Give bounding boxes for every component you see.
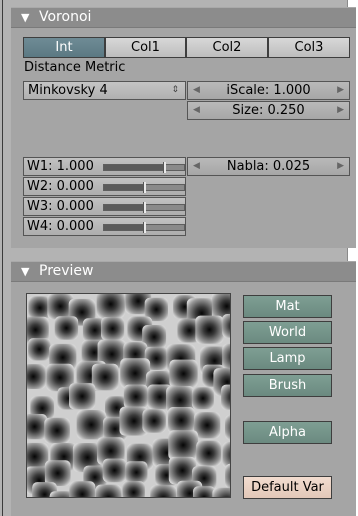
iscale-value: iScale: 1.000: [226, 83, 311, 98]
texture-cell: [196, 440, 222, 466]
slider-fill: [104, 225, 143, 230]
w1-label: W1: 1.000: [27, 159, 94, 174]
texture-cell: [225, 414, 230, 441]
texture-cell: [27, 414, 48, 440]
nabla-field[interactable]: ◀ Nabla: 0.025 ▶: [187, 157, 350, 176]
preview-panel-header[interactable]: ▼ Preview: [11, 261, 356, 282]
tab-col2[interactable]: Col2: [186, 37, 268, 58]
w3-slider[interactable]: W3: 0.000: [23, 197, 186, 216]
distance-metric-value: Minkovsky 4: [28, 83, 108, 98]
texture-cell: [150, 485, 177, 497]
texture-cell: [195, 315, 224, 344]
texture-cell: [191, 387, 214, 410]
texture-cell: [120, 358, 151, 389]
texture-cell: [222, 343, 230, 371]
texture-cell: [123, 384, 148, 409]
nabla-value: Nabla: 0.025: [226, 159, 311, 174]
tab-int[interactable]: Int: [23, 37, 105, 58]
w2-label: W2: 0.000: [27, 179, 94, 194]
collapse-triangle-icon[interactable]: ▼: [21, 8, 29, 27]
texture-cell: [76, 410, 106, 440]
texture-cell: [69, 383, 96, 410]
texture-cell: [95, 484, 122, 497]
slider-fill: [104, 205, 143, 210]
default-var-button[interactable]: Default Var: [243, 476, 332, 499]
voronoi-panel-header[interactable]: ▼ Voronoi: [11, 7, 356, 28]
slider-knob[interactable]: [143, 222, 146, 233]
texture-cell: [91, 363, 119, 391]
tab-col3[interactable]: Col3: [268, 37, 350, 58]
texture-cell: [69, 481, 96, 497]
slider-track[interactable]: [103, 182, 185, 193]
preview-brush-button[interactable]: Brush: [243, 374, 332, 397]
slider-track[interactable]: [103, 162, 185, 173]
window-edge: [2, 0, 3, 516]
texture-cell: [28, 338, 51, 361]
texture-cell: [212, 487, 230, 497]
preview-lamp-button[interactable]: Lamp: [243, 347, 332, 370]
iscale-field[interactable]: ◀ iScale: 1.000 ▶: [187, 81, 350, 100]
w4-slider[interactable]: W4: 0.000: [23, 217, 186, 236]
preview-world-button[interactable]: World: [243, 321, 332, 344]
collapse-triangle-icon[interactable]: ▼: [21, 262, 29, 281]
texture-cell: [142, 409, 166, 433]
texture-cell: [102, 458, 127, 483]
increment-arrow-icon[interactable]: ▶: [337, 158, 344, 175]
preview-mat-button[interactable]: Mat: [243, 295, 332, 318]
distance-metric-label: Distance Metric: [24, 60, 126, 75]
texture-cell: [193, 486, 216, 497]
tab-col1[interactable]: Col1: [105, 37, 186, 58]
slider-fill: [104, 165, 163, 170]
alpha-button[interactable]: Alpha: [243, 421, 332, 444]
voronoi-texture-render: [27, 294, 230, 497]
w2-slider[interactable]: W2: 0.000: [23, 177, 186, 196]
texture-cell: [96, 294, 125, 319]
slider-knob[interactable]: [163, 162, 166, 173]
texture-cell: [169, 359, 198, 388]
texture-cell: [221, 384, 230, 410]
texture-cell: [225, 463, 230, 489]
size-value: Size: 0.250: [232, 103, 305, 118]
increment-arrow-icon[interactable]: ▶: [337, 102, 344, 119]
texture-cell: [167, 407, 195, 434]
slider-track[interactable]: [103, 202, 185, 213]
slider-knob[interactable]: [143, 202, 146, 213]
texture-cell: [101, 317, 125, 341]
w4-label: W4: 0.000: [27, 219, 94, 234]
voronoi-panel-title: Voronoi: [39, 9, 92, 25]
slider-knob[interactable]: [143, 182, 146, 193]
slider-track[interactable]: [103, 222, 185, 233]
texture-preview-image: [26, 293, 231, 498]
size-field[interactable]: ◀ Size: 0.250 ▶: [187, 101, 350, 120]
w3-label: W3: 0.000: [27, 199, 94, 214]
texture-cell: [222, 314, 230, 338]
texture-cell: [122, 481, 145, 497]
texture-cell: [27, 364, 46, 389]
texture-cell: [54, 316, 79, 340]
preview-panel-title: Preview: [39, 263, 94, 279]
texture-cell: [168, 430, 199, 460]
updown-arrows-icon: ⇕: [171, 85, 179, 95]
texture-cell: [125, 461, 148, 484]
distance-metric-menu[interactable]: Minkovsky 4 ⇕: [23, 81, 186, 100]
increment-arrow-icon[interactable]: ▶: [337, 82, 344, 99]
texture-cell: [44, 417, 70, 444]
w1-slider[interactable]: W1: 1.000: [23, 157, 186, 176]
slider-fill: [104, 185, 143, 190]
